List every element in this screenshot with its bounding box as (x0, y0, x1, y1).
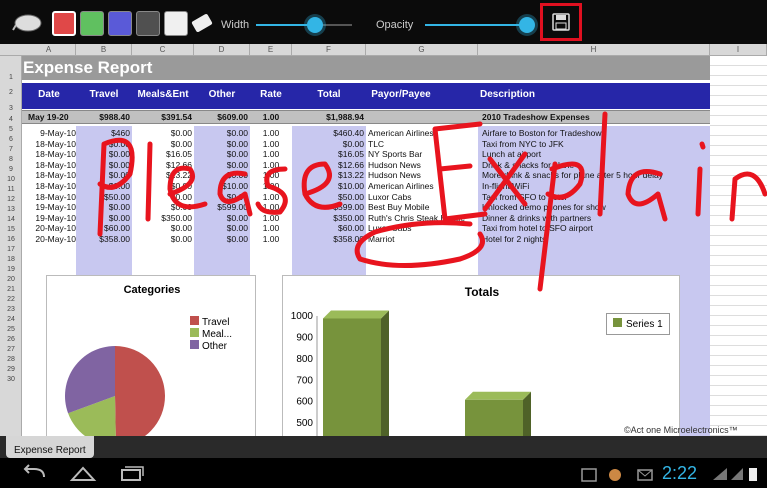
blue-color-swatch[interactable] (108, 11, 132, 36)
stroke-x (482, 151, 528, 212)
opacity-label: Opacity (376, 19, 414, 31)
sheet-tab-bar: Expense Report (0, 436, 767, 458)
opacity-slider-thumb[interactable] (518, 17, 535, 33)
spreadsheet[interactable]: A B C D E F G H I 1 2 3 4 5 6 7 8 9 10 11 12 13 14 15 1… (0, 44, 767, 436)
opacity-slider[interactable] (425, 16, 535, 34)
drawing-toolbar: Width Opacity (0, 0, 767, 44)
system-navigation-bar: 2:22 (0, 458, 767, 488)
save-icon (552, 13, 570, 31)
stroke-e2 (301, 161, 343, 210)
width-label: Width (221, 19, 250, 31)
screenshot-notification-icon (581, 468, 597, 482)
wifi-icon (713, 468, 727, 480)
black-color-swatch[interactable] (136, 11, 160, 36)
battery-icon (749, 468, 757, 481)
stroke-a (217, 170, 253, 217)
mail-notification-icon (637, 469, 653, 481)
stroke-i (695, 141, 706, 217)
white-color-swatch[interactable] (164, 11, 188, 36)
stroke-underline (354, 220, 485, 268)
signal-icon (731, 468, 743, 480)
stroke-e (167, 165, 208, 210)
sheet-tab[interactable]: Expense Report (6, 436, 94, 458)
clear-eraser-icon[interactable] (190, 11, 214, 35)
stroke-P (97, 137, 135, 237)
save-button[interactable] (540, 3, 582, 41)
handwritten-annotation (97, 111, 767, 292)
stroke-n (729, 171, 767, 222)
stroke-p (537, 161, 585, 292)
eraser-tool-icon[interactable] (10, 12, 44, 34)
red-color-swatch[interactable] (52, 11, 76, 36)
width-slider-fill (256, 24, 315, 26)
stroke-E (432, 121, 488, 222)
width-slider[interactable] (256, 16, 352, 34)
recent-apps-icon[interactable] (116, 463, 146, 483)
stroke-l2 (597, 111, 608, 217)
width-slider-thumb[interactable] (306, 17, 323, 33)
clock: 2:22 (662, 463, 698, 483)
stroke-s (255, 166, 288, 215)
back-icon[interactable] (20, 463, 50, 483)
stroke-a2 (625, 169, 668, 222)
stroke-l (145, 141, 153, 222)
app-notification-icon (609, 469, 621, 481)
opacity-slider-fill (425, 24, 527, 26)
green-color-swatch[interactable] (80, 11, 104, 36)
sheet-tab-label: Expense Report (14, 445, 86, 456)
home-icon[interactable] (68, 463, 98, 483)
